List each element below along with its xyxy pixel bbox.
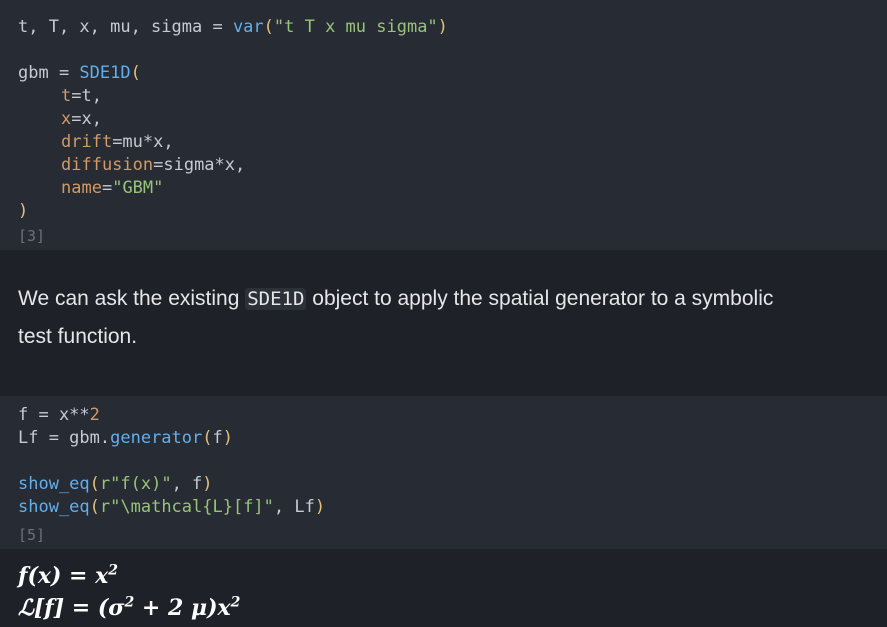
execution-counter: [3] xyxy=(18,227,46,245)
code-line: drift=mu*x, xyxy=(61,132,174,152)
code-line: gbm = SDE1D( xyxy=(18,63,141,83)
code-line: diffusion=sigma*x, xyxy=(61,155,246,175)
inline-code: SDE1D xyxy=(245,288,307,310)
code-line: name="GBM" xyxy=(61,178,164,198)
output-equation-1: f(x) = x2 xyxy=(18,562,119,589)
execution-counter: [5] xyxy=(18,526,46,544)
code-line: x=x, xyxy=(61,109,102,129)
output-equation-2: ℒ[f] = (σ2 + 2 μ)x2 xyxy=(18,594,241,621)
code-line: show_eq(r"\mathcal{L}[f]", Lf) xyxy=(18,497,326,517)
code-line: ) xyxy=(18,201,29,221)
code-line: f = x**2 xyxy=(18,405,100,425)
code-line: show_eq(r"f(x)", f) xyxy=(18,474,213,494)
code-line: t, T, x, mu, sigma = var("t T x mu sigma… xyxy=(18,17,448,37)
code-line: t=t, xyxy=(61,86,102,106)
code-line: Lf = gbm.generator(f) xyxy=(18,428,233,448)
markdown-paragraph: We can ask the existing SDE1D object to … xyxy=(18,287,774,348)
code-cell-1[interactable]: t, T, x, mu, sigma = var("t T x mu sigma… xyxy=(0,0,887,250)
code-cell-2[interactable]: f = x**2 Lf = gbm.generator(f) show_eq(r… xyxy=(0,396,887,549)
